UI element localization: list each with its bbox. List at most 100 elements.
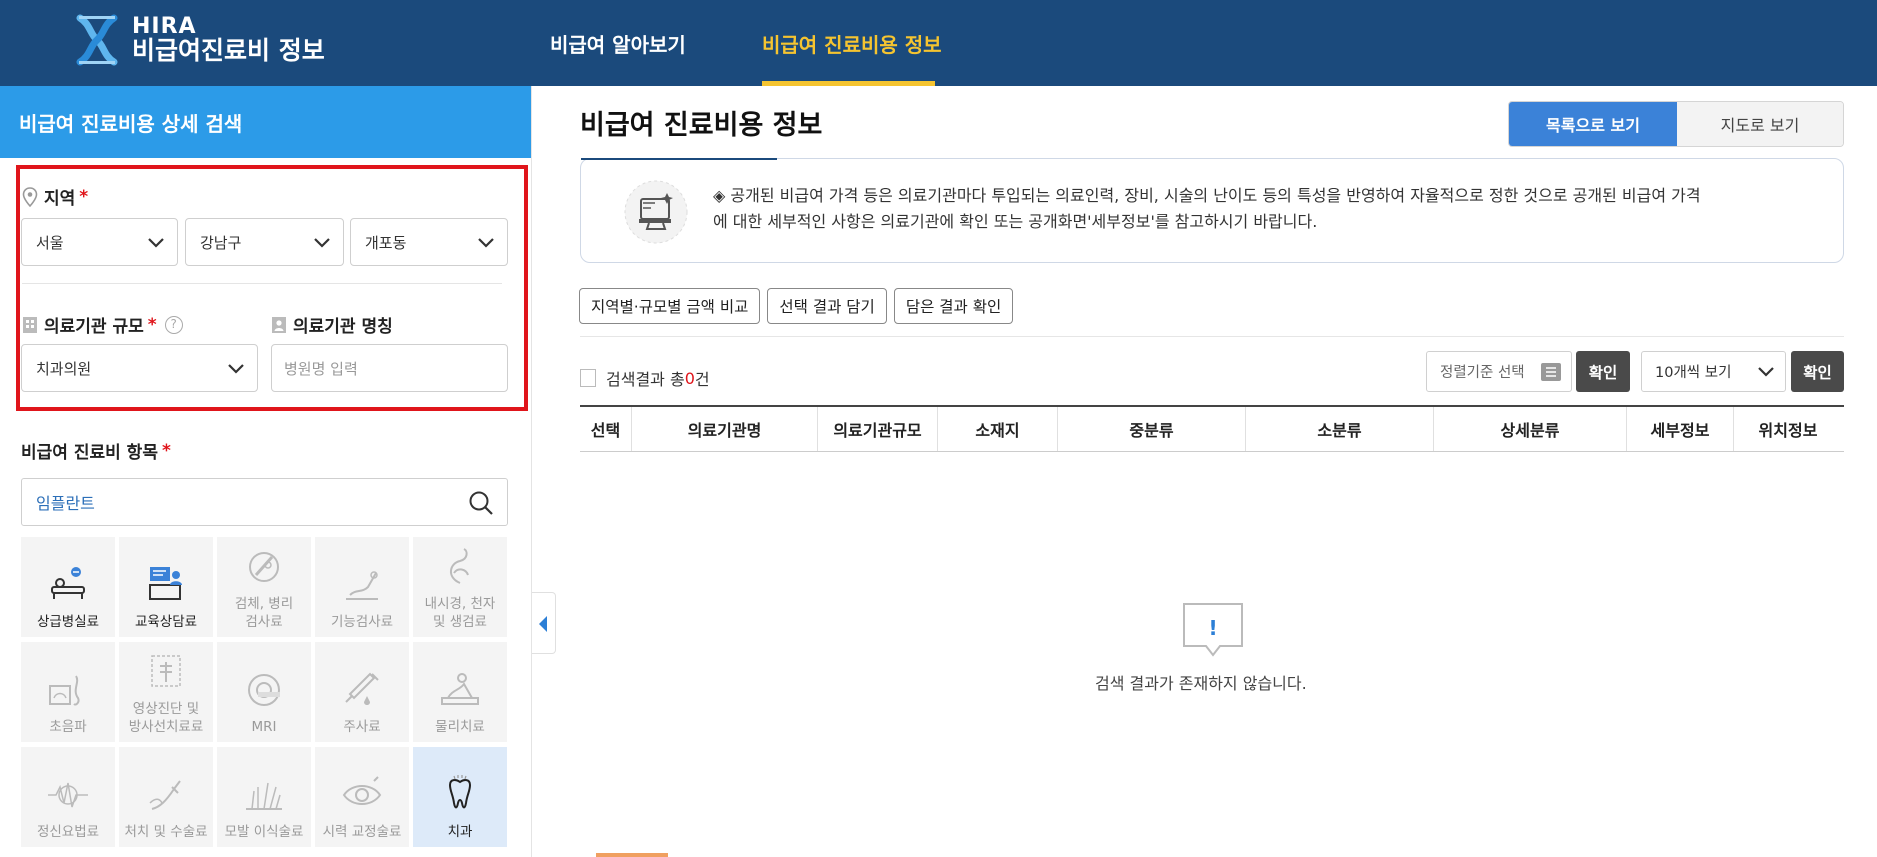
physio-icon: [441, 672, 479, 705]
ultrasound-icon: [49, 675, 80, 706]
monitor-icon: [624, 180, 688, 244]
result-suffix: 건: [694, 370, 710, 389]
category-xray[interactable]: 영상진단 및 방사선치료료: [119, 642, 213, 742]
hair-icon: [246, 782, 282, 810]
category-label: 치과: [447, 823, 473, 840]
category-tooth[interactable]: 치과: [413, 747, 507, 847]
page-size-confirm-button[interactable]: 확인: [1791, 351, 1844, 392]
scale-select[interactable]: 치과의원: [21, 344, 258, 392]
item-search-input[interactable]: 임플란트: [21, 478, 508, 526]
category-psych[interactable]: 정신요법료: [21, 747, 115, 847]
category-label-line2: 및 생검료: [433, 613, 487, 630]
city-select-value: 서울: [36, 233, 64, 252]
help-icon[interactable]: ?: [164, 315, 183, 334]
logo-service-name: 비급여진료비 정보: [132, 36, 325, 66]
category-function-test[interactable]: 기능검사료: [315, 537, 409, 637]
category-eye[interactable]: 시력 교정술료: [315, 747, 409, 847]
category-hair[interactable]: 모발 이식술료: [217, 747, 311, 847]
category-ultrasound[interactable]: 초음파: [21, 642, 115, 742]
hira-logo-icon: [76, 14, 118, 66]
view-toggle: 목록으로 보기 지도로 보기: [1508, 101, 1844, 147]
category-label: 모발 이식술료: [224, 823, 304, 840]
category-label-line2: 방사선치료료: [128, 718, 204, 735]
injection-icon: [345, 672, 379, 705]
page-title: 비급여 진료비용 정보: [580, 110, 823, 141]
category-label: 영상진단 및: [132, 700, 200, 717]
category-endoscope[interactable]: 내시경, 천자 및 생검료: [413, 537, 507, 637]
section-divider: [22, 283, 502, 284]
dong-select[interactable]: 개포동: [350, 218, 508, 266]
category-label: 교육상담료: [134, 613, 198, 630]
search-icon[interactable]: [467, 489, 495, 517]
sidebar-collapse-button[interactable]: [532, 592, 556, 654]
list-view-button[interactable]: 목록으로 보기: [1509, 102, 1677, 146]
id-card-icon: [272, 316, 286, 333]
nav-noncovered-intro[interactable]: 비급여 알아보기: [550, 0, 686, 86]
sort-select-placeholder: 정렬기준 선택: [1440, 365, 1525, 381]
notice-text: ◈ 공개된 비급여 가격 등은 의료기관마다 투입되는 의료인력, 장비, 시술…: [713, 183, 1823, 235]
nav-noncovered-cost[interactable]: 비급여 진료비용 정보: [762, 0, 942, 86]
action-button-row: 지역별·규모별 금액 비교 선택 결과 담기 담은 결과 확인: [579, 288, 1014, 324]
compare-price-button[interactable]: 지역별·규모별 금액 비교: [579, 288, 761, 324]
category-label: 시력 교정술료: [322, 823, 402, 840]
required-mark: *: [147, 314, 157, 335]
region-label-text: 지역: [44, 189, 76, 209]
tooth-icon: [448, 774, 472, 809]
sidebar-title: 비급여 진료비용 상세 검색: [0, 86, 531, 158]
column-header: 세부정보: [1627, 407, 1734, 451]
surgery-icon: [149, 780, 181, 810]
empty-message: 검색 결과가 존재하지 않습니다.: [1095, 674, 1307, 693]
category-surgery[interactable]: 처치 및 수술료: [119, 747, 213, 847]
category-mri[interactable]: MRI: [217, 642, 311, 742]
endoscope-icon: [450, 547, 469, 584]
hira-logo[interactable]: HIRA 비급여진료비 정보: [76, 12, 325, 68]
column-header: 선택: [580, 407, 632, 451]
list-icon: [1541, 363, 1561, 381]
items-label-text: 비급여 진료비 항목: [21, 443, 158, 463]
search-sidebar: 비급여 진료비용 상세 검색 지역 * 서울 강남구 개포동 의료기관 규모 *…: [0, 86, 532, 857]
view-saved-button[interactable]: 담은 결과 확인: [893, 288, 1014, 324]
page-size-value: 10개씩 보기: [1655, 365, 1732, 381]
scale-select-value: 치과의원: [36, 359, 92, 378]
sort-select[interactable]: 정렬기준 선택: [1426, 351, 1572, 392]
item-search-value: 임플란트: [36, 494, 95, 513]
nav-active-indicator: [762, 81, 935, 86]
city-select[interactable]: 서울: [21, 218, 178, 266]
logo-hira-text: HIRA: [132, 14, 197, 40]
category-bed[interactable]: 상급병실료: [21, 537, 115, 637]
chevron-down-icon: [1758, 367, 1774, 377]
map-view-button[interactable]: 지도로 보기: [1677, 102, 1843, 146]
items-label: 비급여 진료비 항목 *: [21, 438, 171, 464]
eye-icon: [342, 776, 382, 805]
category-physio[interactable]: 물리치료: [413, 642, 507, 742]
institution-name-label: 의료기관 명칭: [271, 312, 393, 337]
category-grid: 상급병실료 교육상담료 검체, 병리 검사료 기능검사료 내시경, 천자 및 생검료 초음파 영…: [21, 537, 508, 847]
scale-label: 의료기관 규모 * ?: [22, 312, 183, 337]
hospital-name-input[interactable]: 병원명 입력: [271, 344, 508, 392]
notice-box: ◈ 공개된 비급여 가격 등은 의료기관마다 투입되는 의료인력, 장비, 시술…: [580, 158, 1844, 263]
category-label: 처치 및 수술료: [124, 823, 208, 840]
region-label: 지역 *: [22, 184, 88, 209]
column-header: 중분류: [1058, 407, 1246, 451]
category-counsel[interactable]: 교육상담료: [119, 537, 213, 637]
mri-icon: [248, 673, 280, 706]
chevron-down-icon: [228, 364, 244, 374]
function-test-icon: [346, 571, 378, 600]
category-label: 물리치료: [435, 718, 485, 735]
column-header: 의료기관규모: [818, 407, 938, 451]
empty-result-icon: !: [1183, 603, 1243, 657]
sort-confirm-button[interactable]: 확인: [1576, 351, 1630, 392]
category-injection[interactable]: 주사료: [315, 642, 409, 742]
notice-line-2: 에 대한 세부적인 사항은 의료기관에 확인 또는 공개화면'세부정보'를 참고…: [713, 211, 1318, 231]
psych-icon: [48, 782, 88, 808]
dong-select-value: 개포동: [365, 233, 407, 252]
result-prefix: 검색결과 총: [606, 370, 685, 389]
category-specimen[interactable]: 검체, 병리 검사료: [217, 537, 311, 637]
building-icon: [23, 316, 37, 333]
save-selection-button[interactable]: 선택 결과 담기: [767, 288, 887, 324]
district-select[interactable]: 강남구: [185, 218, 344, 266]
page-size-select[interactable]: 10개씩 보기: [1641, 351, 1786, 392]
column-header: 위치정보: [1758, 421, 1818, 440]
category-label: 내시경, 천자: [424, 595, 496, 612]
column-header: 소분류: [1246, 407, 1434, 451]
